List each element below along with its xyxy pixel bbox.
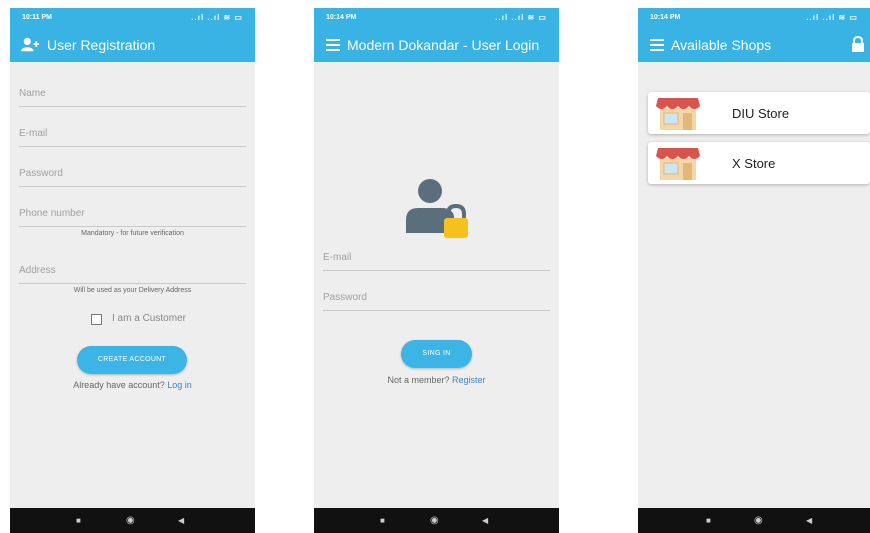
- login-link[interactable]: Log in: [167, 380, 192, 390]
- name-field[interactable]: Name: [19, 84, 246, 107]
- shop-name: DIU Store: [732, 106, 790, 121]
- registration-screen: 10:11 PM ..ıl ..ıl ≋ ▭ User Registration…: [10, 8, 255, 533]
- login-prompt: Already have account?: [73, 380, 165, 390]
- status-bar: 10:14 PM ..ıl ..ıl ≋ ▭: [638, 8, 870, 28]
- status-time: 10:14 PM: [650, 14, 681, 21]
- customer-checkbox[interactable]: [91, 314, 102, 325]
- page-title: Available Shops: [671, 37, 772, 53]
- create-account-button[interactable]: CREATE ACCOUNT: [77, 346, 187, 374]
- register-link[interactable]: Register: [452, 375, 486, 385]
- phone-placeholder: Phone number: [19, 208, 85, 219]
- app-bar: Modern Dokandar - User Login: [314, 28, 559, 62]
- status-icons: ..ıl ..ıl ≋ ▭: [191, 13, 243, 22]
- password-placeholder: Password: [19, 168, 63, 179]
- password-placeholder: Password: [323, 292, 367, 303]
- app-bar: Available Shops: [638, 28, 870, 62]
- user-lock-icon: [406, 179, 468, 238]
- page-title: Modern Dokandar - User Login: [347, 37, 540, 53]
- login-screen: 10:14 PM ..ıl ..ıl ≋ ▭ Modern Dokandar -…: [314, 8, 559, 533]
- home-icon[interactable]: ◉: [126, 515, 135, 526]
- shops-screen: 10:14 PM ..ıl ..ıl ≋ ▭ Available Shops D…: [638, 8, 870, 533]
- address-hint: Will be used as your Delivery Address: [73, 287, 192, 294]
- shop-card-diu-store[interactable]: DIU Store: [648, 92, 870, 134]
- register-prompt-line: Not a member? Register: [314, 375, 559, 385]
- shop-icon: [656, 148, 700, 180]
- status-time: 10:14 PM: [326, 14, 357, 21]
- login-prompt-line: Already have account? Log in: [10, 380, 255, 390]
- system-nav-bar: ■ ◉ ◀: [314, 508, 559, 533]
- email-placeholder: E-mail: [19, 128, 48, 139]
- register-prompt: Not a member?: [387, 375, 450, 385]
- app-bar: User Registration: [10, 28, 255, 62]
- status-bar: 10:11 PM ..ıl ..ıl ≋ ▭: [10, 8, 255, 28]
- name-placeholder: Name: [19, 88, 46, 99]
- sign-in-button[interactable]: SING IN: [401, 340, 472, 368]
- status-icons: ..ıl ..ıl ≋ ▭: [806, 13, 858, 22]
- lock-icon[interactable]: [851, 36, 865, 52]
- status-bar: 10:14 PM ..ıl ..ıl ≋ ▭: [314, 8, 559, 28]
- page-title: User Registration: [47, 37, 156, 53]
- recent-apps-icon[interactable]: ■: [380, 516, 385, 525]
- menu-icon[interactable]: [325, 36, 343, 54]
- address-field[interactable]: Address: [19, 261, 246, 284]
- email-placeholder: E-mail: [323, 252, 352, 263]
- status-time: 10:11 PM: [22, 14, 52, 21]
- address-placeholder: Address: [19, 265, 56, 276]
- password-field[interactable]: Password: [323, 288, 550, 311]
- email-field[interactable]: E-mail: [323, 248, 550, 271]
- recent-apps-icon[interactable]: ■: [76, 516, 81, 525]
- menu-icon[interactable]: [649, 36, 667, 54]
- shop-card-x-store[interactable]: X Store: [648, 142, 870, 184]
- shop-icon: [656, 98, 700, 130]
- customer-checkbox-label: I am a Customer: [112, 313, 186, 324]
- home-icon[interactable]: ◉: [754, 515, 763, 526]
- phone-hint: Mandatory - for future verification: [81, 230, 184, 237]
- email-field[interactable]: E-mail: [19, 124, 246, 147]
- home-icon[interactable]: ◉: [430, 515, 439, 526]
- back-icon[interactable]: ◀: [482, 516, 488, 525]
- back-icon[interactable]: ◀: [806, 516, 812, 525]
- status-icons: ..ıl ..ıl ≋ ▭: [495, 13, 547, 22]
- shop-name: X Store: [732, 156, 776, 171]
- system-nav-bar: ■ ◉ ◀: [10, 508, 255, 533]
- back-icon[interactable]: ◀: [178, 516, 184, 525]
- password-field[interactable]: Password: [19, 164, 246, 187]
- system-nav-bar: ■ ◉ ◀: [638, 508, 870, 533]
- phone-field[interactable]: Phone number: [19, 204, 246, 227]
- recent-apps-icon[interactable]: ■: [706, 516, 711, 525]
- add-user-icon: [21, 37, 39, 52]
